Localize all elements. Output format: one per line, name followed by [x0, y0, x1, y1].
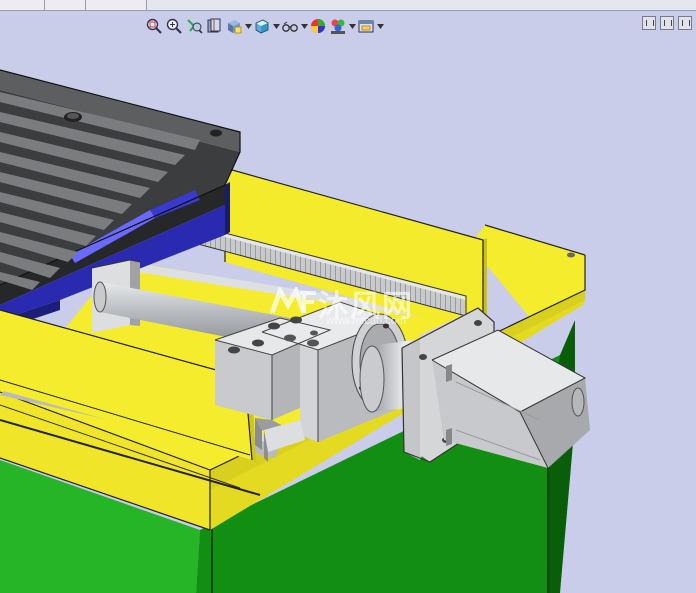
- edit-appearance-icon[interactable]: [308, 16, 328, 36]
- display-style-dropdown[interactable]: [272, 16, 280, 36]
- cad-window: 沐风网 www.mfcad.com: [0, 0, 696, 593]
- section-view-icon[interactable]: [204, 16, 224, 36]
- zoom-to-fit-icon[interactable]: [144, 16, 164, 36]
- tab[interactable]: [0, 0, 45, 10]
- tab[interactable]: [86, 0, 147, 10]
- apply-scene-icon[interactable]: [328, 16, 348, 36]
- apply-scene-dropdown[interactable]: [348, 16, 356, 36]
- tab-strip: [0, 0, 696, 11]
- tab[interactable]: [45, 0, 86, 10]
- restore-viewport-icon[interactable]: [660, 16, 674, 30]
- view-orientation-dropdown[interactable]: [244, 16, 252, 36]
- hide-show-items-dropdown[interactable]: [300, 16, 308, 36]
- view-settings-icon[interactable]: [356, 16, 376, 36]
- split-viewport-icon[interactable]: [642, 16, 656, 30]
- heads-up-view-toolbar: [144, 15, 384, 37]
- watermark-url: www.mfcad.com: [326, 315, 407, 327]
- hide-show-items-icon[interactable]: [280, 16, 300, 36]
- graphics-area[interactable]: 沐风网 www.mfcad.com: [0, 11, 696, 593]
- display-style-icon[interactable]: [252, 16, 272, 36]
- viewport-corner-controls: [642, 16, 692, 30]
- view-settings-dropdown[interactable]: [376, 16, 384, 36]
- previous-view-icon[interactable]: [184, 16, 204, 36]
- maximize-viewport-icon[interactable]: [678, 16, 692, 30]
- watermark-logo: [270, 287, 316, 314]
- view-orientation-icon[interactable]: [224, 16, 244, 36]
- zoom-to-area-icon[interactable]: [164, 16, 184, 36]
